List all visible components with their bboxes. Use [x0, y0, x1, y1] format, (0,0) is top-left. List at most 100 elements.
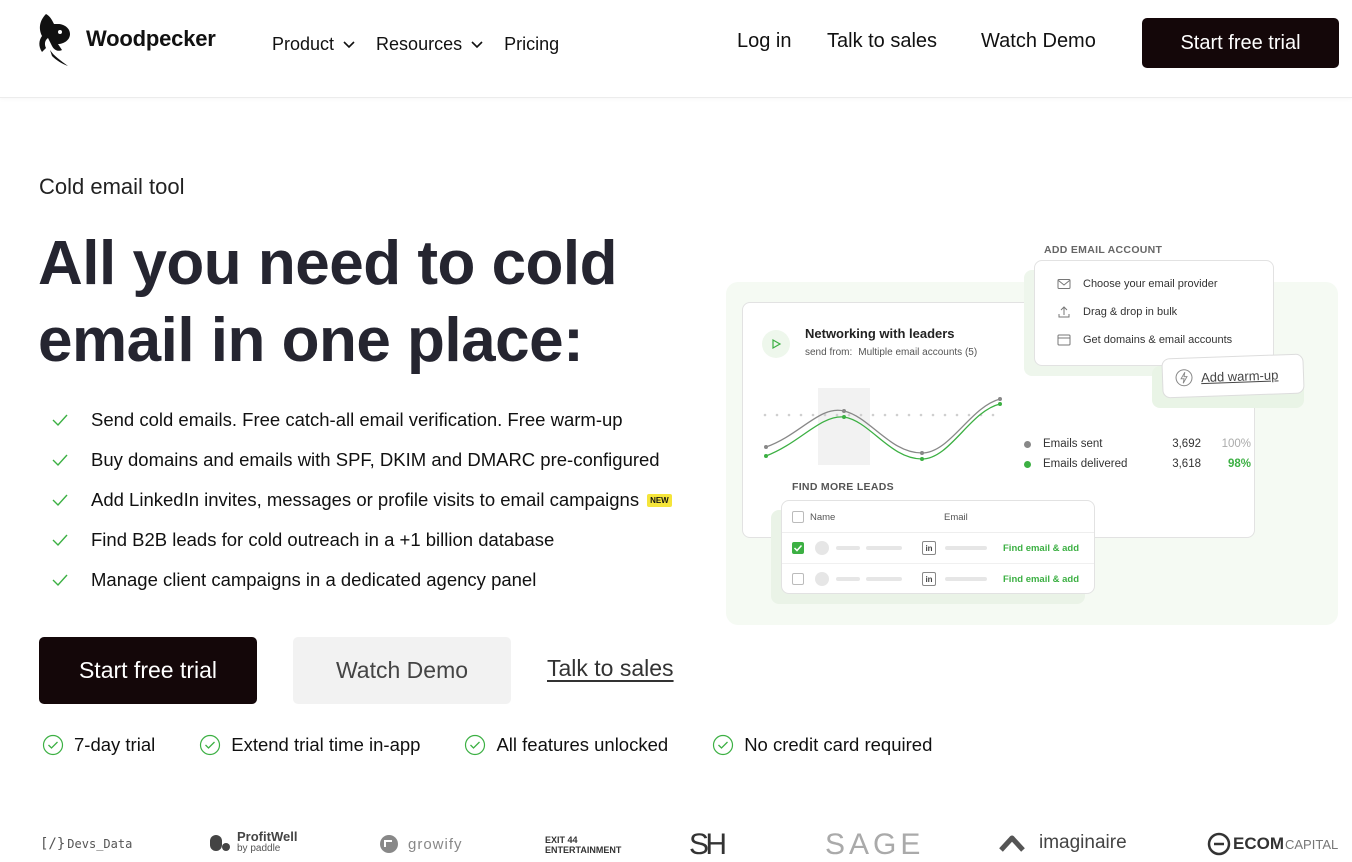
select-all-checkbox[interactable] — [792, 511, 804, 523]
feature-text: Find B2B leads for cold outreach in a +1… — [91, 529, 555, 550]
main-nav: Product Resources Pricing — [272, 30, 579, 58]
feature-item: Add LinkedIn invites, messages or profil… — [50, 480, 672, 520]
find-email-add-button[interactable]: Find email & add — [1003, 574, 1079, 585]
browser-window-icon — [1057, 334, 1071, 346]
nav-resources-label: Resources — [376, 33, 463, 54]
exit44-line-2: ENTERTAINMENT — [545, 845, 622, 855]
trial-perks: 7-day trial Extend trial time in-app All… — [42, 734, 976, 756]
stat-value: 3,692 — [1172, 438, 1201, 450]
check-circle-icon — [713, 734, 734, 756]
leads-table-header: Name Email — [782, 501, 1094, 533]
login-link[interactable]: Log in — [737, 30, 792, 53]
hero-talk-to-sales-link[interactable]: Talk to sales — [547, 655, 674, 682]
add-email-option[interactable]: Choose your email provider — [1057, 277, 1218, 291]
lightning-icon — [1175, 369, 1193, 387]
feature-text: Buy domains and emails with SPF, DKIM an… — [91, 449, 660, 470]
row-checkbox-checked[interactable] — [792, 542, 804, 554]
hero-start-trial-button[interactable]: Start free trial — [39, 637, 257, 704]
campaign-sparkline — [763, 388, 1002, 465]
brand-name: Woodpecker — [86, 26, 216, 51]
send-from-value: Multiple email accounts (5) — [858, 347, 978, 358]
add-email-option-label: Choose your email provider — [1083, 278, 1218, 290]
logo-growify: growify — [379, 834, 463, 854]
chevron-down-icon — [343, 41, 355, 49]
hero-watch-demo-button[interactable]: Watch Demo — [293, 637, 511, 704]
perk-text: No credit card required — [744, 734, 933, 755]
linkedin-icon: in — [922, 572, 936, 586]
legend-dot-sent — [1024, 440, 1031, 448]
stat-percent: 100% — [1221, 438, 1251, 450]
check-circle-icon — [42, 734, 64, 756]
nav-product-label: Product — [272, 33, 335, 54]
add-email-card: Choose your email provider Drag & drop i… — [1034, 260, 1274, 366]
perk-item: No credit card required — [712, 734, 932, 756]
header-start-trial-button[interactable]: Start free trial — [1142, 18, 1339, 68]
profitwell-sub: by paddle — [237, 843, 281, 854]
stat-row-sent: Emails sent 3,692 100% — [1024, 434, 1251, 454]
add-warmup-label: Add warm-up — [1200, 366, 1279, 385]
delivered-line — [765, 403, 1001, 460]
add-email-option-label: Drag & drop in bulk — [1083, 306, 1178, 318]
ecom-bold: ECOM — [1233, 834, 1284, 853]
perk-item: 7-day trial — [42, 734, 155, 756]
add-email-option[interactable]: Drag & drop in bulk — [1057, 305, 1177, 319]
imaginaire-mark-icon — [999, 835, 1025, 852]
profitwell-mark-icon — [210, 835, 230, 851]
feature-item: Manage client campaigns in a dedicated a… — [50, 560, 672, 600]
imaginaire-name: imaginaire — [1039, 832, 1127, 853]
logo-devs-data-text: Devs_Data — [67, 837, 133, 851]
upload-icon — [1058, 306, 1070, 318]
avatar — [815, 541, 829, 555]
col-email: Email — [944, 512, 968, 523]
row-checkbox[interactable] — [792, 573, 804, 585]
placeholder-bar — [866, 546, 902, 550]
feature-item: Find B2B leads for cold outreach in a +1… — [50, 520, 672, 560]
send-from-label: send from: — [805, 347, 853, 358]
placeholder-bar — [836, 577, 860, 581]
talk-to-sales-link[interactable]: Talk to sales — [827, 30, 937, 53]
growify-mark-icon — [380, 835, 398, 853]
find-email-add-button[interactable]: Find email & add — [1003, 543, 1079, 554]
nav-pricing[interactable]: Pricing — [504, 30, 559, 58]
mail-icon — [1057, 279, 1071, 289]
check-icon — [52, 574, 68, 587]
logo-exit44: EXIT 44 ENTERTAINMENT — [545, 835, 621, 855]
add-email-option[interactable]: Get domains & email accounts — [1057, 333, 1232, 347]
table-row: in Find email & add — [782, 564, 1094, 595]
hero-headline: All you need to cold email in one place: — [38, 225, 718, 379]
leads-table: Name Email in Find email & add in Find e… — [781, 500, 1095, 594]
headline-line-1: All you need to cold — [38, 229, 618, 298]
nav-pricing-label: Pricing — [504, 33, 560, 54]
check-circle-icon — [465, 734, 486, 756]
exit44-line-1: EXIT 44 — [545, 835, 578, 845]
stat-percent: 98% — [1227, 458, 1251, 470]
perk-text: 7-day trial — [74, 734, 156, 755]
devs-data-bracket-icon: [/} — [40, 836, 66, 852]
chart-highlight-band — [818, 388, 870, 465]
stat-row-delivered: Emails delivered 3,618 98% — [1024, 454, 1251, 474]
logo-sh: S H — [689, 828, 727, 861]
ecom-light: CAPITAL — [1285, 836, 1339, 852]
nav-product[interactable]: Product — [272, 30, 356, 58]
chevron-down-icon — [471, 41, 483, 49]
add-warmup-button[interactable]: Add warm-up — [1161, 353, 1305, 399]
customer-logos: [/} Devs_Data ProfitWell by paddle growif… — [0, 822, 1352, 862]
campaign-send-from: send from: Multiple email accounts (5) — [805, 347, 977, 358]
perk-item: All features unlocked — [464, 734, 668, 756]
add-email-option-label: Get domains & email accounts — [1083, 334, 1233, 346]
logo-devs-data: [/} Devs_Data — [40, 836, 132, 852]
check-icon — [793, 544, 803, 552]
logo-sage: SAGE — [825, 828, 925, 861]
feature-item: Send cold emails. Free catch-all email v… — [50, 400, 672, 440]
stat-value: 3,618 — [1172, 458, 1201, 470]
nav-resources[interactable]: Resources — [376, 30, 484, 58]
brand-logo[interactable]: Woodpecker — [36, 10, 216, 68]
play-icon — [762, 330, 790, 358]
new-badge: NEW — [647, 493, 672, 507]
perk-text: Extend trial time in-app — [231, 734, 421, 755]
placeholder-bar — [866, 577, 902, 581]
headline-line-2: email in one place: — [38, 306, 584, 375]
sent-line — [765, 398, 1001, 454]
watch-demo-link[interactable]: Watch Demo — [981, 30, 1096, 53]
feature-item: Buy domains and emails with SPF, DKIM an… — [50, 440, 672, 480]
